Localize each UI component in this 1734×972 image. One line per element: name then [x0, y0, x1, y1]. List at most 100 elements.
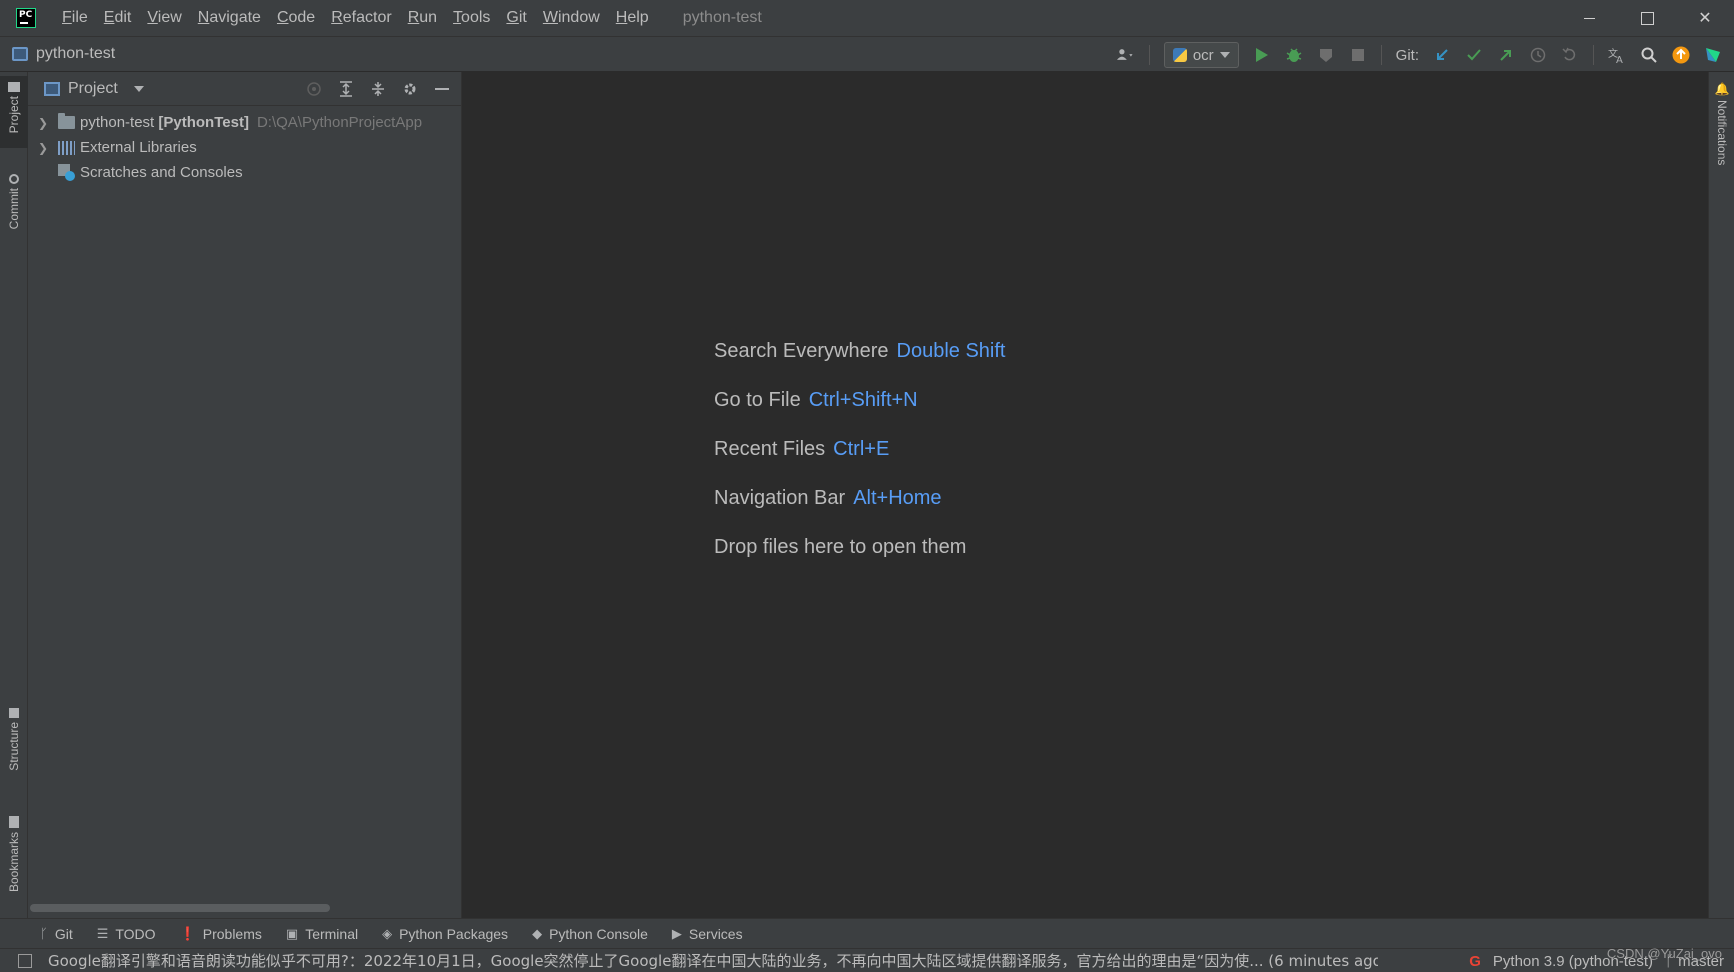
- svg-text:A: A: [1616, 55, 1623, 64]
- menu-edit[interactable]: Edit: [96, 9, 140, 27]
- tool-tab-python-packages[interactable]: ◈ Python Packages: [382, 926, 508, 942]
- user-icon[interactable]: [1116, 46, 1135, 64]
- expand-all-icon[interactable]: [337, 80, 355, 98]
- alert-icon: ❗: [179, 925, 196, 941]
- tree-node-label: Scratches and Consoles: [80, 164, 243, 181]
- git-push-icon[interactable]: [1497, 46, 1515, 64]
- git-commit-icon[interactable]: [1465, 46, 1483, 64]
- history-icon[interactable]: [1529, 46, 1547, 64]
- tool-tab-bookmarks-label: Bookmarks: [7, 832, 21, 893]
- breadcrumb-project[interactable]: python-test: [36, 45, 115, 63]
- folder-icon: [58, 113, 75, 129]
- collapse-all-icon[interactable]: [369, 80, 387, 98]
- menu-view[interactable]: View: [139, 9, 189, 27]
- menu-tools[interactable]: Tools: [445, 9, 498, 27]
- tool-tab-python-console[interactable]: ◆ Python Console: [532, 926, 648, 942]
- tool-tab-project[interactable]: Project: [0, 76, 28, 148]
- horizontal-scrollbar[interactable]: [30, 904, 330, 912]
- hint-shortcut: Ctrl+E: [833, 438, 890, 460]
- bell-icon: 🔔: [1714, 82, 1730, 96]
- hint-go-to-file: Go to File Ctrl+Shift+N: [714, 389, 1006, 438]
- python-icon: [1172, 48, 1187, 62]
- window-controls: ✕: [1560, 0, 1734, 36]
- chevron-down-icon[interactable]: [133, 85, 144, 92]
- project-tree: ❯ python-test [PythonTest] D:\QA\PythonP…: [28, 106, 461, 185]
- tree-node-path: D:\QA\PythonProjectApp: [256, 114, 423, 131]
- chevron-down-icon: [1219, 52, 1230, 58]
- tool-tab-structure[interactable]: Structure: [0, 702, 28, 784]
- translate-icon[interactable]: 文A: [1608, 46, 1626, 64]
- hint-drop-files: Drop files here to open them: [714, 536, 1006, 585]
- tool-tab-commit[interactable]: Commit: [0, 168, 28, 240]
- tool-tab-problems[interactable]: ❗ Problems: [180, 926, 262, 942]
- menu-help[interactable]: Help: [608, 9, 657, 27]
- hint-recent-files: Recent Files Ctrl+E: [714, 438, 1006, 487]
- select-opened-file-icon[interactable]: [305, 80, 323, 98]
- maximize-button[interactable]: [1618, 0, 1676, 36]
- library-icon: [58, 140, 75, 155]
- tool-tab-git[interactable]: ᚴ Git: [40, 926, 73, 942]
- tool-tab-commit-label: Commit: [7, 188, 21, 230]
- main-menu: File Edit View Navigate Code Refactor Ru…: [54, 9, 657, 27]
- hint-shortcut: Alt+Home: [853, 487, 942, 509]
- tree-node-external-libraries[interactable]: ❯ External Libraries: [28, 135, 461, 160]
- tool-tab-services[interactable]: ▶ Services: [672, 926, 743, 942]
- tool-tab-terminal[interactable]: ▣ Terminal: [286, 926, 358, 942]
- hint-label: Navigation Bar: [714, 487, 846, 509]
- hide-panel-icon[interactable]: [433, 80, 451, 98]
- navigation-bar: python-test ocr Git: 文 A: [0, 36, 1734, 72]
- run-with-coverage-icon[interactable]: [1317, 46, 1335, 64]
- window-title: python-test: [682, 9, 762, 26]
- status-bar: Google翻译引擎和语音朗读功能似乎不可用?：2022年10月1日，Googl…: [0, 948, 1734, 972]
- menu-code[interactable]: Code: [269, 9, 323, 27]
- bookmark-icon: [9, 816, 19, 828]
- python-console-icon: ◆: [532, 925, 543, 941]
- title-bar: File Edit View Navigate Code Refactor Ru…: [0, 0, 1734, 36]
- breadcrumb[interactable]: python-test: [12, 45, 115, 63]
- hint-shortcut: Double Shift: [896, 340, 1006, 362]
- tree-node-label: External Libraries: [80, 139, 197, 156]
- menu-window[interactable]: Window: [535, 9, 608, 27]
- minimize-button[interactable]: [1560, 0, 1618, 36]
- toolbar-separator: [1380, 45, 1382, 65]
- menu-navigate[interactable]: Navigate: [190, 9, 269, 27]
- chevron-right-icon[interactable]: ❯: [38, 141, 48, 155]
- menu-refactor[interactable]: Refactor: [323, 9, 399, 27]
- chevron-right-icon[interactable]: ❯: [38, 116, 48, 130]
- run-configuration-selector[interactable]: ocr: [1163, 42, 1239, 68]
- hint-label: Recent Files: [714, 438, 826, 460]
- main-toolbar: ocr Git: 文 A: [1116, 37, 1722, 73]
- debug-icon[interactable]: [1285, 46, 1303, 64]
- stop-icon[interactable]: [1349, 46, 1367, 64]
- menu-run[interactable]: Run: [400, 9, 445, 27]
- tool-tab-label: Python Console: [549, 925, 648, 942]
- project-panel-header: Project: [28, 72, 461, 106]
- project-panel-title[interactable]: Project: [68, 80, 118, 98]
- tree-node-scratches[interactable]: Scratches and Consoles: [28, 160, 461, 185]
- git-label: Git:: [1395, 46, 1419, 64]
- git-update-icon[interactable]: [1433, 46, 1451, 64]
- menu-git[interactable]: Git: [498, 9, 534, 27]
- menu-file[interactable]: File: [54, 9, 96, 27]
- gear-icon[interactable]: [401, 80, 419, 98]
- tool-tab-project-label: Project: [7, 96, 21, 134]
- tool-tab-todo[interactable]: ☰ TODO: [97, 926, 156, 942]
- ide-update-icon[interactable]: [1672, 46, 1690, 64]
- pycharm-logo-icon: [16, 8, 36, 28]
- run-icon[interactable]: [1253, 46, 1271, 64]
- status-message[interactable]: Google翻译引擎和语音朗读功能似乎不可用?：2022年10月1日，Googl…: [48, 950, 1378, 971]
- run-configuration-label: ocr: [1192, 46, 1214, 64]
- project-folder-icon: [8, 82, 20, 92]
- tree-node-project-root[interactable]: ❯ python-test [PythonTest] D:\QA\PythonP…: [28, 110, 461, 135]
- left-tool-stripe: Project Commit Structure Bookmarks: [0, 72, 28, 918]
- tool-tab-bookmarks[interactable]: Bookmarks: [0, 810, 28, 902]
- google-translate-icon[interactable]: G: [1469, 953, 1481, 970]
- search-icon[interactable]: [1640, 46, 1658, 64]
- code-with-me-icon[interactable]: [1704, 46, 1722, 64]
- toggle-tool-windows-icon[interactable]: [18, 953, 32, 968]
- rollback-icon[interactable]: [1561, 46, 1579, 64]
- tool-tab-notifications[interactable]: 🔔 Notifications: [1709, 82, 1734, 192]
- editor-area: Search Everywhere Double Shift Go to File…: [462, 72, 1708, 918]
- tool-tab-label: Services: [688, 925, 743, 942]
- close-window-button[interactable]: ✕: [1676, 0, 1734, 36]
